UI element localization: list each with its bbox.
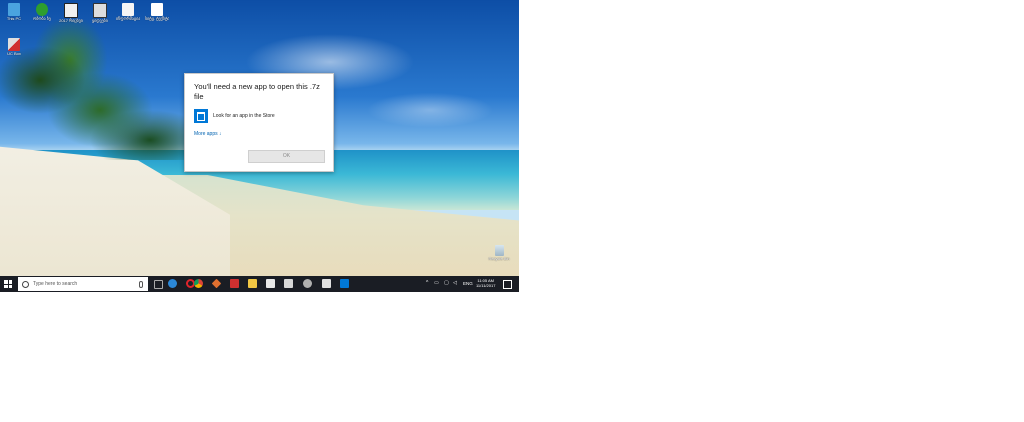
desktop-icon-this-pc[interactable]: This PC	[2, 3, 26, 21]
windows-logo-icon	[4, 280, 8, 284]
taskbar-search[interactable]: Type here to search	[18, 277, 148, 291]
desktop-icon-6[interactable]: UC Box	[2, 38, 26, 56]
store-option-label: Look for an app in the Store	[213, 113, 275, 119]
store-icon[interactable]	[266, 279, 275, 288]
app-icon[interactable]	[340, 279, 349, 288]
cortana-icon	[22, 280, 29, 288]
desktop-screen: This PC ობობა ხე 2017 რიცხვი ყიდვები ინფ…	[0, 0, 519, 292]
file-explorer-icon[interactable]	[248, 279, 257, 288]
task-view-icon[interactable]	[154, 280, 163, 289]
microphone-icon[interactable]	[139, 280, 143, 288]
app-icon[interactable]	[211, 278, 222, 289]
more-apps-link[interactable]: More apps ↓	[194, 131, 222, 137]
store-option[interactable]: Look for an app in the Store	[194, 109, 275, 123]
taskbar: Type here to search ^ ▭ ▢ ◁ ENG 11:05 AM…	[0, 276, 519, 292]
document-icon	[93, 3, 107, 18]
desktop-icon-3[interactable]: ყიდვები	[88, 3, 112, 23]
app-icon[interactable]	[303, 279, 312, 288]
calculator-icon[interactable]	[322, 279, 331, 288]
open-with-dialog: You'll need a new app to open this .7z f…	[184, 73, 334, 172]
app-icon[interactable]	[230, 279, 239, 288]
edge-icon[interactable]	[168, 279, 177, 288]
computer-icon	[8, 3, 20, 16]
network-icon[interactable]: ▭	[434, 280, 439, 286]
file-icon	[151, 3, 163, 16]
chevron-up-icon[interactable]: ^	[426, 280, 428, 286]
dialog-title: You'll need a new app to open this .7z f…	[194, 82, 320, 101]
language-indicator[interactable]: ENG	[463, 281, 473, 286]
document-icon	[64, 3, 78, 18]
tree-icon	[36, 3, 48, 16]
desktop-icon-1[interactable]: ობობა ხე	[30, 3, 54, 21]
app-icon[interactable]	[284, 279, 293, 288]
app-icon	[8, 38, 20, 51]
recycle-bin-icon	[494, 245, 504, 256]
chrome-icon[interactable]	[194, 279, 203, 288]
desktop-icon-2[interactable]: 2017 რიცხვი	[59, 3, 83, 23]
desktop-icon-4[interactable]: ინფორმაცია...	[116, 3, 140, 21]
desktop-icon-5[interactable]: სიტყ. ტექსტი	[145, 3, 169, 21]
start-button[interactable]	[4, 280, 12, 288]
clock-date: 11/11/2017	[476, 283, 496, 288]
store-icon	[194, 109, 208, 123]
search-placeholder: Type here to search	[33, 281, 78, 287]
battery-icon[interactable]: ▢	[444, 280, 449, 286]
clock[interactable]: 11:05 AM 11/11/2017	[476, 278, 495, 288]
file-icon	[122, 3, 134, 16]
action-center-icon[interactable]	[503, 280, 512, 289]
ok-button[interactable]: OK	[248, 150, 325, 163]
volume-icon[interactable]: ◁	[453, 280, 457, 286]
desktop-icon-recycle-bin[interactable]: Recycle Bin	[486, 245, 512, 261]
